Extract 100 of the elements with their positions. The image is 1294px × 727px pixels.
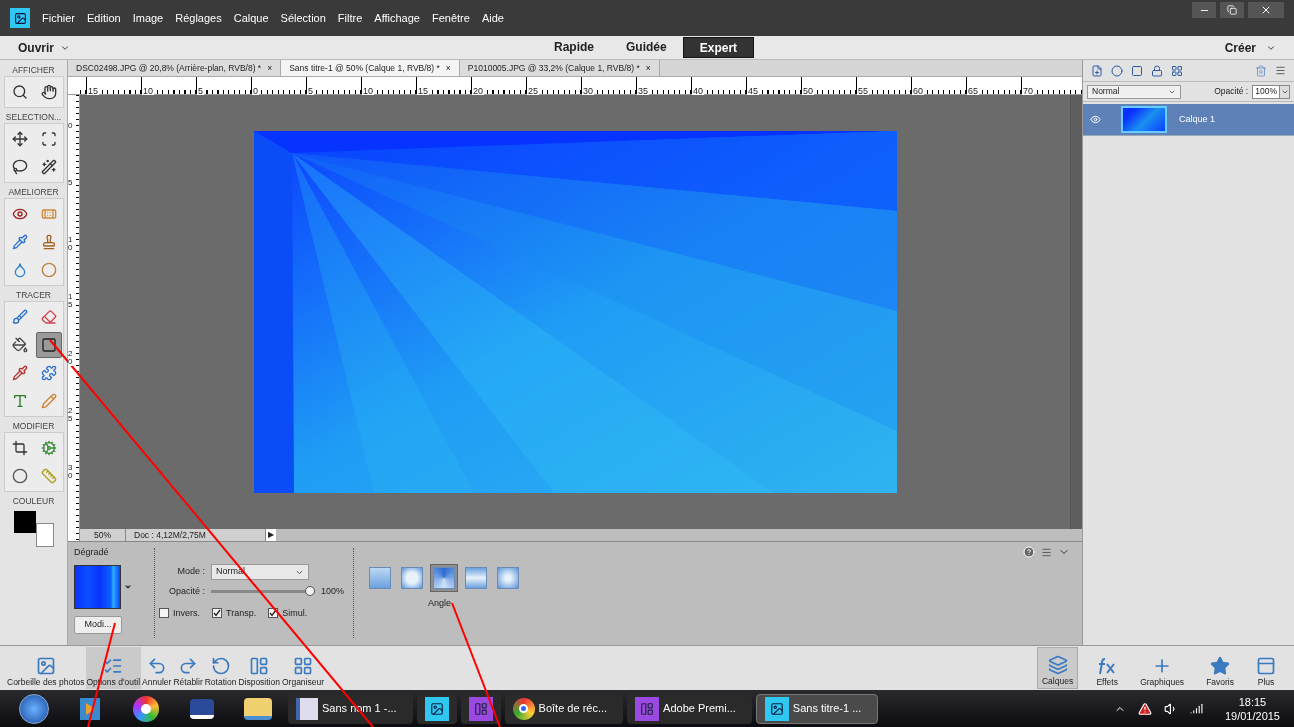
menu-item[interactable]: Edition (81, 8, 127, 29)
opacity-field[interactable]: 100% (1252, 84, 1290, 99)
bottom-bar-button[interactable]: Rétablir (172, 647, 204, 689)
photo-app-icon (424, 696, 449, 721)
app-logo-icon[interactable] (10, 8, 30, 28)
gradient-swatch[interactable] (74, 564, 121, 609)
visibility-icon[interactable] (1089, 114, 1101, 125)
background-color-swatch[interactable] (35, 523, 54, 547)
tab-label: DSC02498.JPG @ 20,8% (Arrière-plan, RVB/8) * (76, 61, 262, 75)
document-tab[interactable]: DSC02498.JPG @ 20,8% (Arrière-plan, RVB/8) * × (68, 60, 282, 76)
mode-label: Mode : (176, 565, 205, 579)
ruler-label: 5 (68, 179, 76, 187)
checkbox[interactable] (268, 608, 279, 619)
bottom-bar-button[interactable]: Annuler (141, 647, 173, 689)
checkbox[interactable] (159, 608, 169, 619)
tab-label: P1010005.JPG @ 33,2% (Calque 1, RVB/8) * (467, 61, 640, 75)
bottom-bar-button[interactable]: Disposition (237, 647, 281, 689)
check-icon (269, 609, 278, 618)
menu-item[interactable]: Calque (227, 8, 275, 29)
bottom-bar-button[interactable]: Rotation (203, 647, 238, 689)
bottom-bar-button[interactable]: Favoris (1202, 647, 1238, 689)
clock-time: 18:15 (1238, 694, 1267, 709)
mode-tab[interactable]: Expert (682, 37, 755, 58)
ruler-label: 25 (68, 407, 76, 423)
checkbox-label: Simul. (282, 606, 308, 620)
layer-thumbnail (1121, 106, 1167, 133)
document-tab[interactable]: P1010005.JPG @ 33,2% (Calque 1, RVB/8) * × (459, 60, 660, 76)
restore-icon (1227, 5, 1237, 15)
taskbar-window[interactable]: Boîte de réc... (504, 693, 624, 724)
slider-thumb[interactable] (305, 586, 315, 597)
folder-icon (244, 697, 272, 720)
restore-button[interactable] (1220, 2, 1244, 18)
menu-item[interactable]: Fichier (36, 8, 81, 29)
foreground-color-swatch[interactable] (13, 511, 36, 533)
mode-tab[interactable]: Guidée (610, 37, 683, 58)
warning-icon[interactable] (1137, 701, 1152, 716)
menu-item[interactable]: Aide (475, 8, 510, 29)
gradient-type-button[interactable] (462, 564, 490, 592)
mask-icon[interactable] (1131, 64, 1143, 77)
menu-item[interactable]: Sélection (274, 8, 332, 29)
bottom-bar-button[interactable]: Plus (1252, 647, 1280, 689)
book-icon (190, 698, 214, 719)
bottom-bar-button[interactable]: Calques (1037, 647, 1079, 689)
checkbox[interactable] (212, 608, 222, 619)
opacity-label: Opacité : (1214, 85, 1249, 98)
rotate-icon (210, 656, 231, 677)
tool-button[interactable] (35, 332, 62, 358)
layer-row[interactable]: Calque 1 (1083, 104, 1294, 136)
hand-icon (40, 84, 57, 100)
bottom-bar-button[interactable]: Organiseur (280, 647, 326, 689)
panel-menu-icon[interactable] (1041, 546, 1052, 558)
lasso-icon (11, 159, 28, 175)
menu-item[interactable]: Réglages (169, 8, 228, 29)
open-menu[interactable]: Ouvrir (18, 38, 54, 57)
menu-item[interactable]: Filtre (331, 8, 369, 29)
check-icon (213, 609, 221, 618)
marquee-icon (40, 131, 57, 147)
taskbar-window[interactable]: Adobe Premi... (627, 693, 752, 724)
taskbar-window[interactable] (460, 693, 501, 724)
new-layer-icon[interactable] (1091, 64, 1103, 77)
star-icon (1210, 656, 1231, 677)
gradient-type-button[interactable] (494, 564, 522, 592)
gradient-type-button[interactable] (398, 564, 426, 592)
mode-tab[interactable]: Rapide (538, 37, 610, 58)
taskbar-window[interactable] (416, 693, 457, 724)
signal-icon[interactable] (1189, 702, 1203, 715)
bottom-bar-button[interactable]: Graphiques (1136, 647, 1189, 689)
tab-label: Sans titre-1 @ 50% (Calque 1, RVB/8) * (289, 61, 440, 75)
section-title: AMELIORER (8, 186, 59, 198)
lock-transparency-icon[interactable] (1171, 64, 1183, 77)
edit-button[interactable]: Modi... (74, 615, 122, 634)
blend-mode-dropdown[interactable]: Normal (1087, 84, 1181, 99)
bottom-bar-button[interactable]: Effets (1092, 647, 1123, 689)
document-tab[interactable]: Sans titre-1 @ 50% (Calque 1, RVB/8) * × (281, 60, 460, 76)
gradient-type-button[interactable] (430, 564, 458, 592)
menu-item[interactable]: Image (126, 8, 170, 29)
film-app-icon (468, 696, 493, 721)
search-icon (11, 84, 28, 100)
tab-close[interactable]: × (267, 61, 273, 75)
menu-item[interactable]: Fenêtre (425, 8, 476, 29)
section-title: TRACER (16, 289, 51, 301)
lock-icon[interactable] (1151, 64, 1163, 77)
tab-close[interactable]: × (445, 61, 451, 75)
pencil-icon (40, 393, 57, 409)
bottom-bar-button[interactable]: Corbeille des photos (6, 647, 86, 689)
layout-icon (249, 656, 270, 677)
create-menu[interactable]: Créer (1224, 38, 1256, 57)
info-menu-button[interactable]: ▶ (266, 529, 276, 541)
panel-menu-icon[interactable] (1275, 65, 1286, 76)
close-button[interactable] (1248, 2, 1284, 18)
taskbar-window[interactable]: Sans titre-1 ... (755, 693, 879, 724)
help-icon[interactable] (1023, 546, 1035, 558)
dropper-icon (11, 234, 28, 250)
layer-name: Calque 1 (1179, 112, 1216, 126)
zoom-level[interactable]: 50% (80, 529, 126, 541)
menu-item[interactable]: Affichage (368, 8, 426, 29)
tab-close[interactable]: × (645, 61, 651, 75)
vertical-scrollbar[interactable] (1070, 95, 1082, 529)
start-icon (19, 693, 49, 724)
undo-icon (146, 656, 167, 677)
